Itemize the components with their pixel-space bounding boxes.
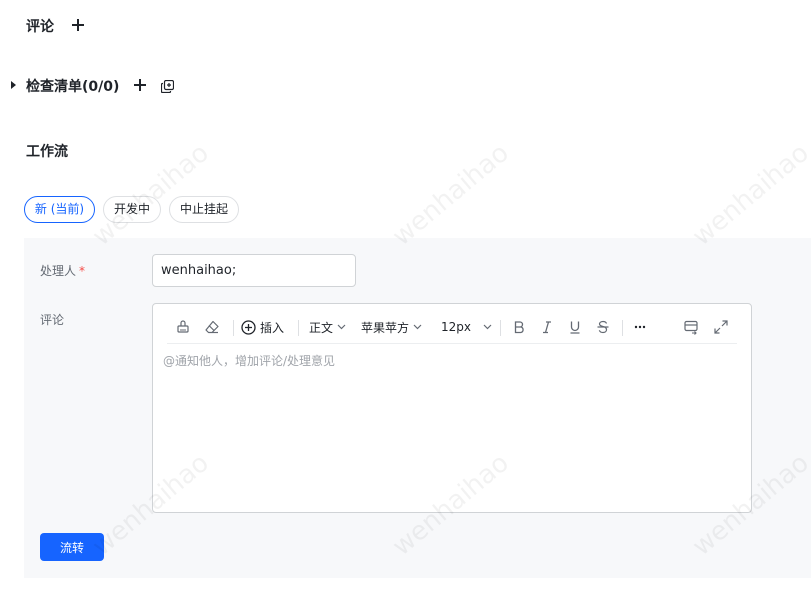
watermark: wenhaihao — [386, 137, 515, 253]
layout-toggle-icon[interactable] — [683, 312, 699, 342]
toolbar-divider — [622, 320, 623, 336]
comment-editor-input[interactable] — [163, 352, 741, 502]
workflow-section-title: 工作流 — [26, 144, 68, 160]
more-icon[interactable] — [633, 312, 647, 342]
underline-icon[interactable] — [568, 312, 582, 342]
font-family-select[interactable]: 苹果苹方 — [361, 312, 422, 342]
font-family-value: 苹果苹方 — [361, 320, 410, 335]
assignee-label: 处理人 * — [40, 262, 85, 279]
add-comment-plus-icon[interactable] — [72, 19, 84, 31]
toolbar-divider — [233, 320, 234, 336]
chevron-down-icon — [413, 324, 422, 330]
watermark: wenhaihao — [86, 137, 215, 253]
toolbar-divider — [298, 320, 299, 336]
paragraph-style-select[interactable]: 正文 — [309, 312, 346, 342]
eraser-icon[interactable] — [204, 312, 220, 342]
toolbar-divider — [500, 320, 501, 336]
comments-section-title: 评论 — [26, 19, 54, 35]
paragraph-style-value: 正文 — [309, 320, 334, 335]
plus-circle-icon — [241, 319, 256, 335]
format-painter-icon[interactable] — [175, 312, 191, 342]
checklist-section-title[interactable]: 检查清单(0/0) — [26, 76, 119, 96]
workflow-state-suspended[interactable]: 中止挂起 — [169, 196, 239, 223]
insert-label: 插入 — [260, 320, 285, 335]
workflow-state-new[interactable]: 新 (当前) — [24, 196, 95, 223]
watermark: wenhaihao — [686, 137, 811, 253]
caret-right-icon[interactable] — [11, 81, 16, 89]
assignee-label-text: 处理人 — [40, 264, 77, 278]
fullscreen-icon[interactable] — [713, 312, 729, 342]
insert-button[interactable]: 插入 — [241, 312, 284, 342]
font-size-select[interactable]: 12px — [441, 312, 492, 342]
italic-icon[interactable] — [540, 312, 554, 342]
comment-editor: 插入 正文 苹果苹方 12px — [152, 303, 752, 513]
editor-toolbar: 插入 正文 苹果苹方 12px — [167, 312, 737, 344]
workflow-state-developing[interactable]: 开发中 — [103, 196, 161, 223]
bold-icon[interactable] — [512, 312, 526, 342]
chevron-down-icon — [483, 324, 492, 330]
comment-label: 评论 — [40, 313, 65, 327]
chevron-down-icon — [337, 324, 346, 330]
assignee-input[interactable] — [152, 254, 356, 287]
font-size-value: 12px — [441, 320, 471, 334]
transition-submit-button[interactable]: 流转 — [40, 533, 104, 561]
add-checklist-plus-icon[interactable] — [134, 79, 146, 91]
strikethrough-icon[interactable] — [596, 312, 610, 342]
required-mark: * — [79, 264, 86, 278]
copy-checklist-icon[interactable] — [160, 78, 175, 94]
